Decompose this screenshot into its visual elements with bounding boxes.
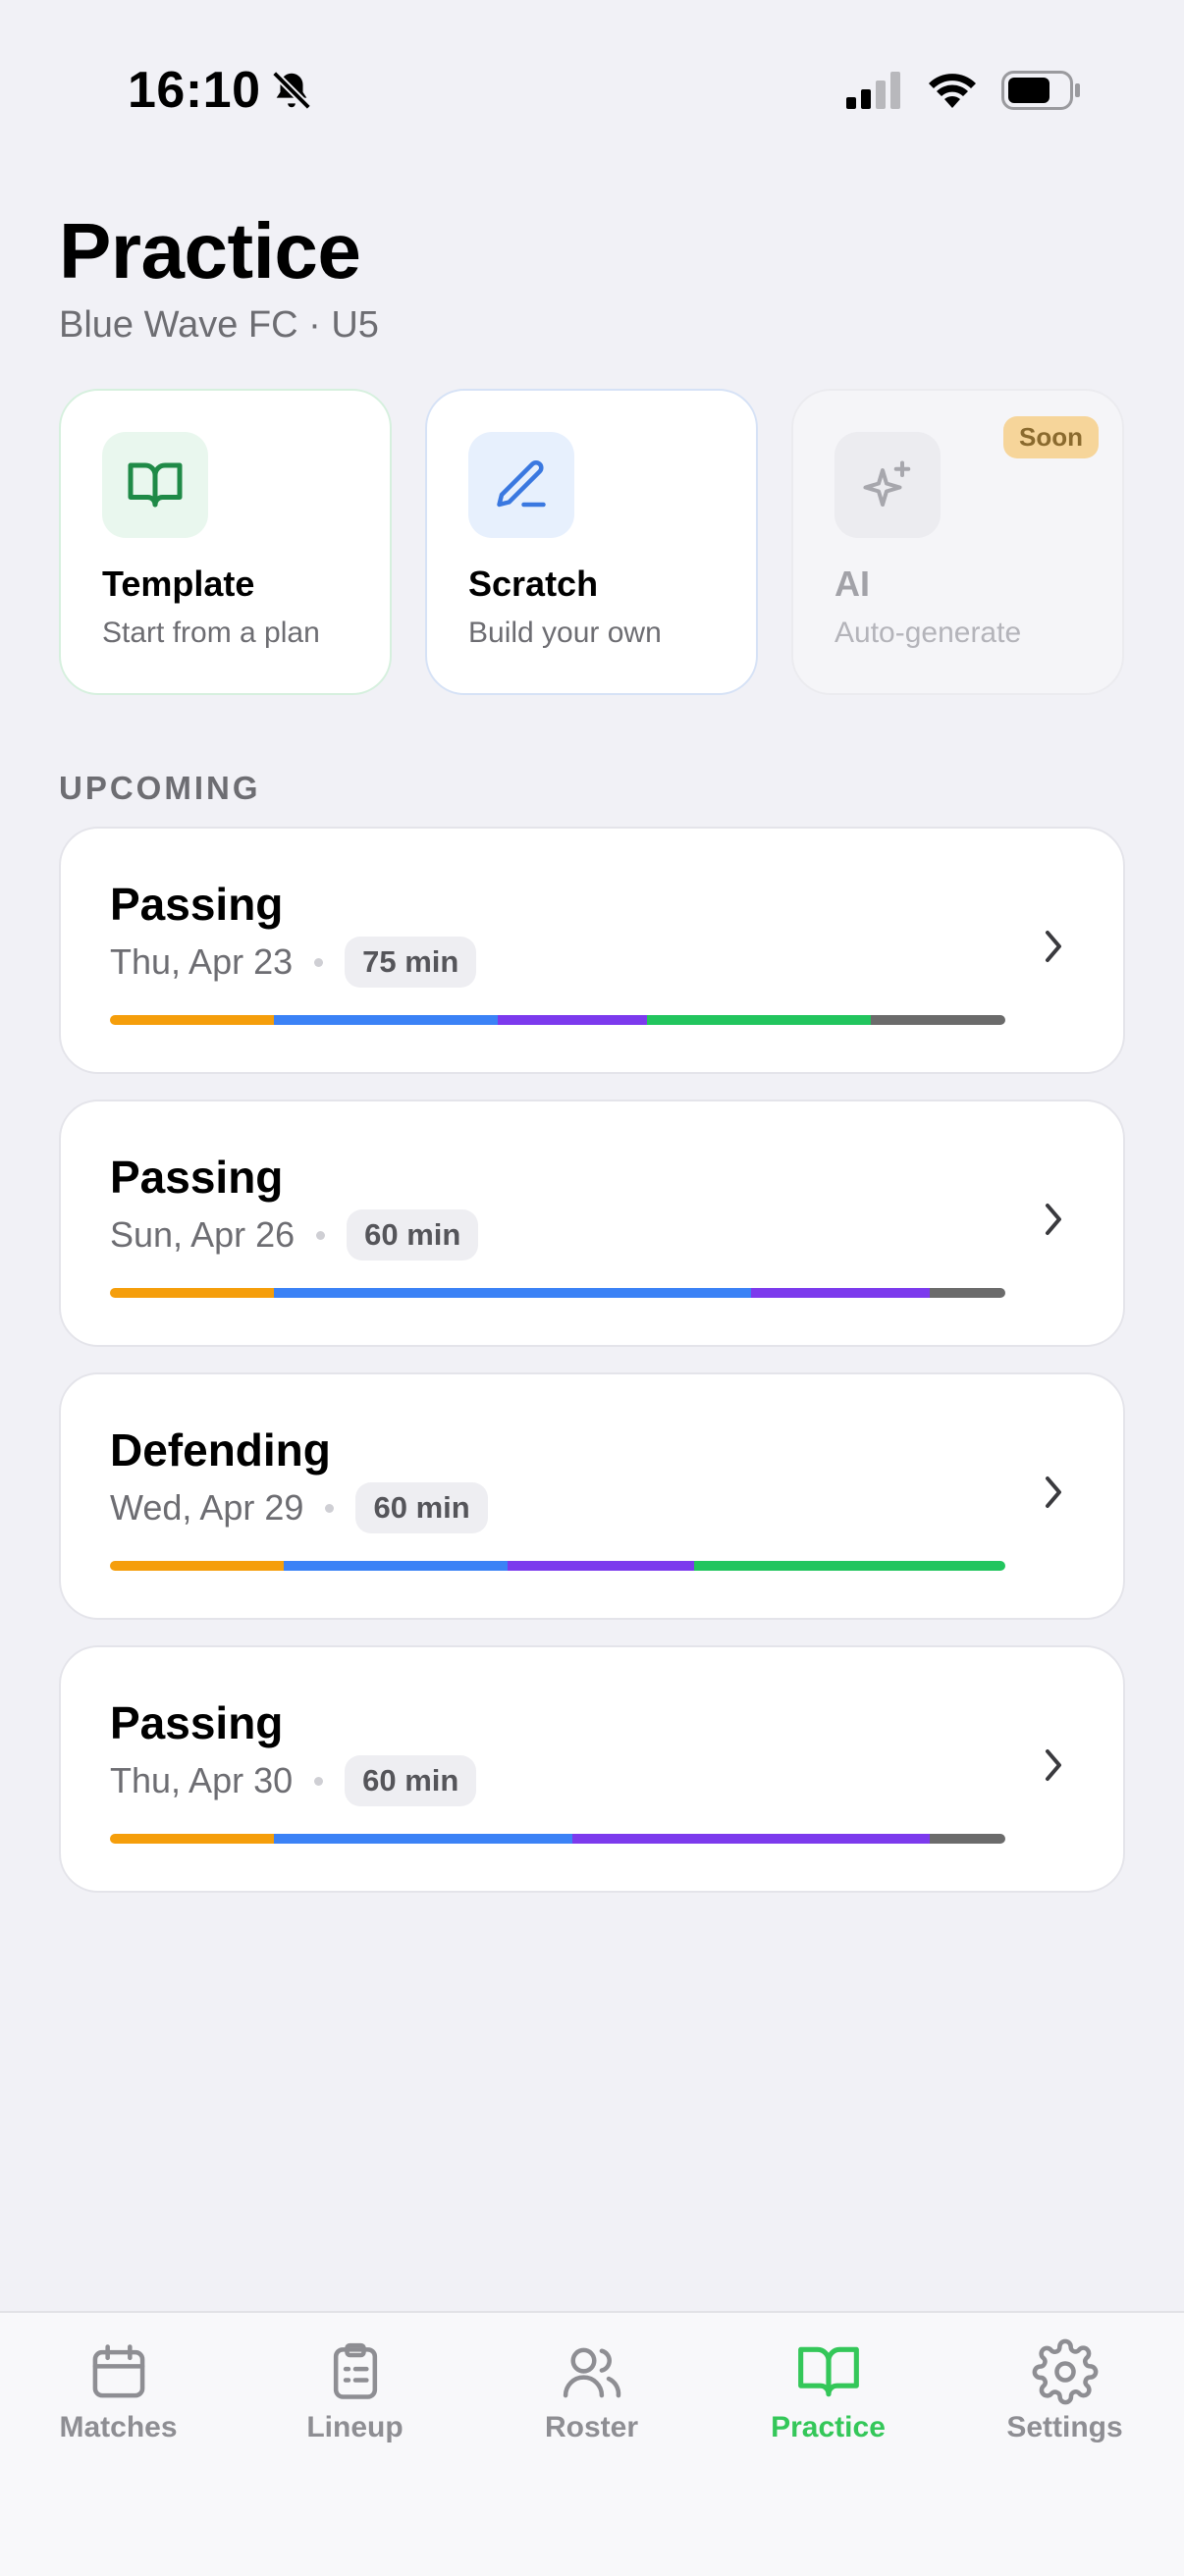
activity-segment [283, 1561, 508, 1571]
scratch-description: Build your own [468, 617, 662, 649]
status-time-text: 16:10 [128, 62, 261, 119]
activity-segment [110, 1834, 274, 1844]
tab-label: Roster [544, 2411, 639, 2443]
calendar-icon [92, 2344, 144, 2398]
tab-label: Matches [59, 2411, 178, 2443]
bell-slash-icon [271, 71, 311, 110]
book-open-icon [797, 2346, 859, 2397]
practice-meta: Wed, Apr 29 60 min [110, 1482, 488, 1533]
clipboard-list-icon [333, 2342, 377, 2399]
template-option-card[interactable]: Template Start from a plan [59, 389, 392, 695]
book-open-icon [128, 462, 183, 508]
tab-roster[interactable]: Roster [473, 2313, 710, 2460]
activity-segment [693, 1561, 1005, 1571]
practice-card[interactable]: Defending Wed, Apr 29 60 min [59, 1372, 1125, 1620]
upcoming-section-label: UPCOMING [59, 770, 261, 806]
upcoming-practice-list: Passing Thu, Apr 23 75 min Passing Sun, … [59, 827, 1125, 1918]
activity-segment-bar [110, 1288, 1005, 1298]
create-practice-options: Template Start from a plan Scratch Build… [59, 389, 1125, 695]
practice-meta: Thu, Apr 30 60 min [110, 1755, 477, 1806]
activity-segment [507, 1561, 694, 1571]
tab-lineup[interactable]: Lineup [237, 2313, 473, 2460]
activity-segment [110, 1561, 284, 1571]
tab-label: Settings [1006, 2411, 1123, 2443]
status-indicators [846, 71, 1082, 110]
practice-title: Passing [110, 1697, 284, 1748]
tab-settings[interactable]: Settings [946, 2313, 1183, 2460]
activity-segment-bar [110, 1834, 1005, 1844]
chevron-right-icon [1046, 1204, 1061, 1235]
tab-practice[interactable]: Practice [710, 2313, 946, 2460]
battery-icon [1001, 71, 1080, 110]
gear-icon [1032, 2338, 1098, 2405]
practice-meta: Sun, Apr 26 60 min [110, 1209, 479, 1261]
practice-card[interactable]: Passing Thu, Apr 23 75 min [59, 827, 1125, 1074]
activity-segment [930, 1834, 1005, 1844]
ai-icon-box [834, 432, 941, 538]
separator-dot [314, 1776, 324, 1786]
practice-card[interactable]: Passing Thu, Apr 30 60 min [59, 1645, 1125, 1893]
chevron-right-icon [1046, 1749, 1061, 1781]
duration-badge: 75 min [345, 937, 477, 988]
activity-segment-bar [110, 1561, 1005, 1571]
ai-option-card: Soon AI Auto-generate [791, 389, 1124, 695]
scratch-option-card[interactable]: Scratch Build your own [425, 389, 758, 695]
activity-segment [750, 1288, 931, 1298]
activity-segment [647, 1015, 872, 1025]
activity-segment [930, 1288, 1005, 1298]
sparkles-icon [863, 460, 911, 507]
activity-segment [571, 1834, 931, 1844]
template-title: Template [102, 564, 255, 604]
tab-bar: Matches Lineup Roster Practice Settings [0, 2311, 1184, 2576]
activity-segment [273, 1834, 572, 1844]
chevron-right-icon [1046, 931, 1061, 962]
pencil-icon [497, 459, 546, 508]
page-title: Practice [59, 207, 361, 295]
practice-date: Wed, Apr 29 [110, 1487, 304, 1528]
practice-title: Defending [110, 1424, 331, 1476]
practice-date: Sun, Apr 26 [110, 1214, 296, 1255]
chevron-right-icon [1046, 1476, 1061, 1508]
practice-meta: Thu, Apr 23 75 min [110, 937, 477, 988]
duration-badge: 60 min [355, 1482, 488, 1533]
practice-card[interactable]: Passing Sun, Apr 26 60 min [59, 1100, 1125, 1347]
cellular-signal-icon [846, 72, 900, 109]
status-time: 16:10 [128, 61, 314, 120]
activity-segment [273, 1015, 498, 1025]
practice-date: Thu, Apr 30 [110, 1760, 294, 1800]
separator-dot [325, 1503, 335, 1513]
tab-label: Lineup [306, 2411, 404, 2443]
users-icon [563, 2347, 620, 2398]
team-subtitle: Blue Wave FC · U5 [59, 304, 379, 346]
activity-segment [871, 1015, 1005, 1025]
activity-segment [273, 1288, 751, 1298]
scratch-title: Scratch [468, 564, 599, 604]
tab-matches[interactable]: Matches [0, 2313, 237, 2460]
separator-dot [316, 1230, 326, 1240]
activity-segment [497, 1015, 648, 1025]
wifi-icon [929, 74, 976, 108]
template-icon-box [102, 432, 208, 538]
activity-segment [110, 1288, 274, 1298]
activity-segment-bar [110, 1015, 1005, 1025]
template-description: Start from a plan [102, 617, 320, 649]
ai-description: Auto-generate [834, 617, 1022, 649]
duration-badge: 60 min [347, 1209, 479, 1261]
ai-title: AI [834, 564, 870, 604]
practice-date: Thu, Apr 23 [110, 941, 294, 982]
practice-title: Passing [110, 879, 284, 930]
status-bar: 16:10 [0, 0, 1184, 187]
scratch-icon-box [468, 432, 574, 538]
separator-dot [314, 957, 324, 967]
activity-segment [110, 1015, 274, 1025]
soon-badge: Soon [1003, 416, 1099, 458]
duration-badge: 60 min [345, 1755, 477, 1806]
practice-title: Passing [110, 1152, 284, 1203]
tab-label: Practice [771, 2411, 886, 2443]
